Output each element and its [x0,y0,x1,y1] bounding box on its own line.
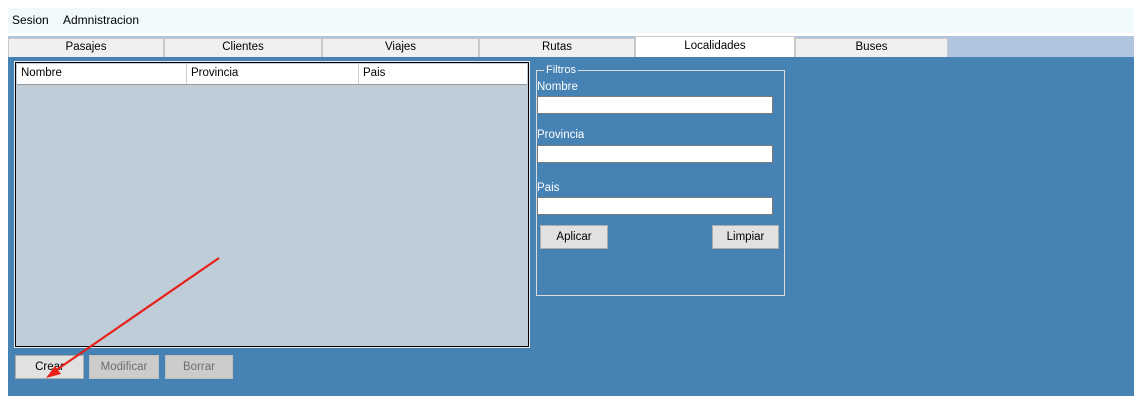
nombre-filter-input[interactable] [537,96,773,114]
pais-filter-input[interactable] [537,197,773,215]
tab-strip: Pasajes Clientes Viajes Rutas Localidade… [8,36,1134,57]
column-header-nombre[interactable]: Nombre [17,64,187,84]
provincia-label: Provincia [537,129,585,141]
column-header-provincia[interactable]: Provincia [187,64,359,84]
filters-legend: Filtros [544,64,578,76]
grid-header-row: Nombre Provincia Pais [17,64,527,85]
column-header-pais[interactable]: Pais [359,64,529,84]
tab-buses[interactable]: Buses [795,38,948,57]
tab-viajes[interactable]: Viajes [322,38,479,57]
menu-item-sesion[interactable]: Sesion [12,13,49,27]
tab-rutas[interactable]: Rutas [479,38,635,57]
tab-localidades[interactable]: Localidades [635,36,795,57]
clear-filter-button[interactable]: Limpiar [712,225,779,249]
pais-label: Pais [537,182,560,194]
apply-filter-button[interactable]: Aplicar [540,225,608,249]
provincia-filter-input[interactable] [537,145,773,163]
create-button[interactable]: Crear [15,355,84,379]
tab-page-localidades: Nombre Provincia Pais Filtros Nombre Pro… [8,57,1134,396]
menu-bar: Sesion Admnistracion [8,8,1134,33]
menu-item-administracion[interactable]: Admnistracion [63,13,139,27]
delete-button[interactable]: Borrar [165,355,233,379]
tab-pasajes[interactable]: Pasajes [8,38,164,57]
modify-button[interactable]: Modificar [89,355,159,379]
localidades-grid[interactable]: Nombre Provincia Pais [14,61,530,348]
nombre-label: Nombre [537,81,578,93]
tab-clientes[interactable]: Clientes [164,38,322,57]
